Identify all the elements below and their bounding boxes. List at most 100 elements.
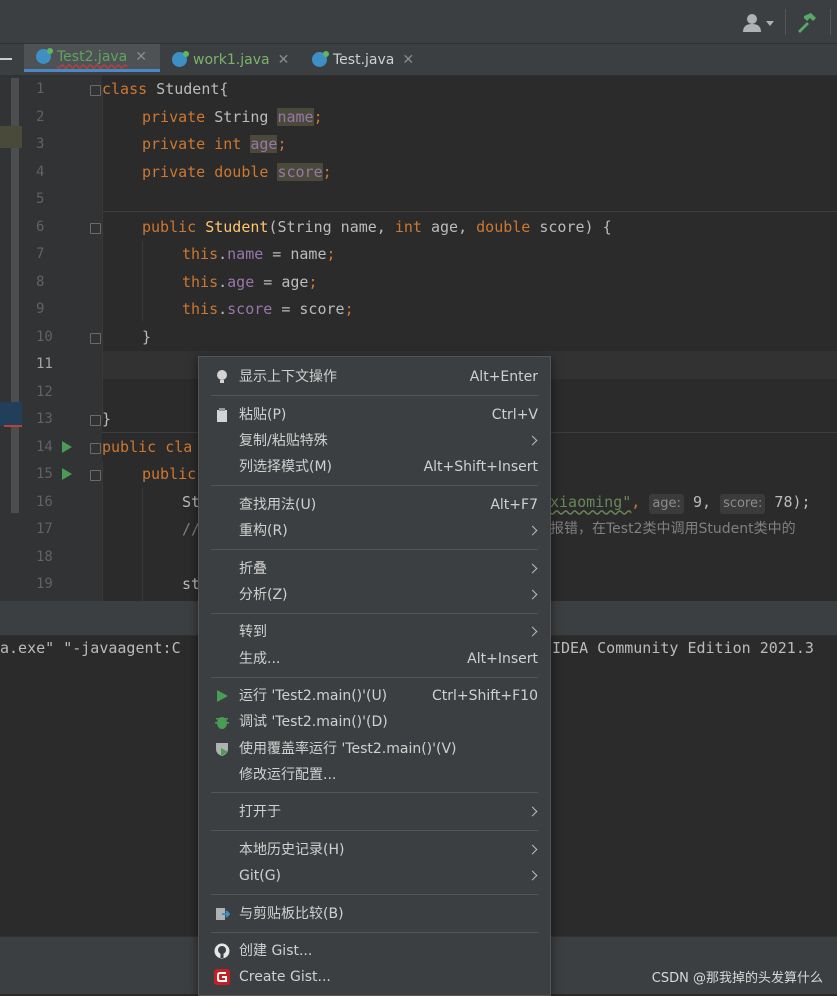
tab-label: Test2.java	[57, 48, 128, 65]
line-number: 10	[36, 328, 53, 345]
code-line-10: }	[142, 327, 152, 346]
menu-item-create-gist-gitee[interactable]: Create Gist...	[199, 964, 550, 990]
line-number: 13	[36, 411, 53, 427]
close-tab-icon[interactable]: ✕	[135, 49, 147, 65]
menu-item-column-selection[interactable]: 列选择模式(M) Alt+Shift+Insert	[199, 454, 550, 480]
code-line-4: private double score;	[142, 162, 332, 181]
menu-item-git[interactable]: Git(G)	[199, 863, 550, 889]
menu-separator	[211, 830, 538, 831]
tab-work1-java[interactable]: work1.java ✕	[172, 44, 289, 75]
menu-item-paste[interactable]: 粘贴(P) Ctrl+V	[199, 402, 550, 428]
user-account-icon[interactable]	[742, 13, 776, 33]
tab-test2-java[interactable]: Test2.java ✕	[24, 44, 160, 72]
debug-bug-icon	[215, 717, 229, 729]
param-hint-age: age:	[649, 493, 684, 514]
run-gutter-icon[interactable]	[62, 468, 72, 480]
menu-item-analyze[interactable]: 分析(Z)	[199, 582, 550, 608]
menu-separator	[211, 677, 538, 678]
selection-marker	[0, 402, 22, 426]
left-side-strip	[0, 76, 22, 601]
menu-separator	[211, 549, 538, 550]
submenu-arrow-icon	[527, 844, 538, 855]
menu-item-goto[interactable]: 转到	[199, 619, 550, 645]
fold-marker-icon[interactable]	[90, 443, 101, 454]
menu-item-generate[interactable]: 生成... Alt+Insert	[199, 646, 550, 672]
clipboard-icon	[217, 408, 227, 422]
menu-item-local-history[interactable]: 本地历史记录(H)	[199, 837, 550, 863]
build-hammer-icon[interactable]	[794, 11, 818, 35]
fold-marker-icon[interactable]	[90, 85, 101, 96]
java-class-icon	[36, 48, 53, 64]
menu-item-folding[interactable]: 折叠	[199, 556, 550, 582]
menu-item-find-usages[interactable]: 查找用法(U) Alt+F7	[199, 492, 550, 518]
indent-guide	[102, 90, 103, 420]
menu-item-modify-run-config[interactable]: 修改运行配置...	[199, 762, 550, 788]
compare-clipboard-icon	[216, 908, 230, 920]
line-number-current: 11	[36, 356, 53, 372]
code-line-8: this.age = age;	[182, 272, 318, 291]
menu-item-refactor[interactable]: 重构(R)	[199, 518, 550, 544]
top-toolbar	[0, 0, 837, 44]
close-tab-icon[interactable]: ✕	[402, 52, 414, 68]
line-number: 1	[36, 81, 45, 97]
close-tab-icon[interactable]: ✕	[278, 52, 290, 68]
menu-item-show-context-actions[interactable]: 显示上下文操作 Alt+Enter	[199, 364, 550, 390]
menu-separator	[211, 613, 538, 614]
minimize-icon[interactable]	[0, 58, 12, 60]
run-gutter-icon[interactable]	[62, 441, 72, 453]
coverage-shield-icon	[216, 743, 228, 756]
github-icon	[214, 943, 230, 959]
line-number: 17	[36, 521, 53, 537]
fold-marker-icon[interactable]	[90, 333, 101, 344]
code-line-7: this.name = name;	[182, 245, 336, 263]
submenu-arrow-icon	[527, 870, 538, 881]
menu-separator	[211, 894, 538, 895]
line-number: 19	[36, 576, 53, 592]
line-number: 6	[36, 218, 45, 235]
gitee-icon	[214, 969, 230, 985]
java-class-icon	[312, 51, 329, 67]
code-line-15: public	[142, 465, 197, 483]
menu-item-debug[interactable]: 调试 'Test2.main()'(D)	[199, 709, 550, 735]
indent-guide	[142, 488, 143, 601]
line-number-gutter: 1 2 3 4 5 6 7 8 9 10 11 12 13 14 15 16 1…	[22, 76, 102, 601]
menu-separator	[211, 395, 538, 396]
highlight-marker	[0, 126, 22, 148]
menu-item-paste-special[interactable]: 复制/粘贴特殊	[199, 428, 550, 454]
line-number: 2	[36, 108, 45, 125]
code-line-1: class Student{	[102, 80, 229, 98]
menu-item-run[interactable]: 运行 'Test2.main()'(U) Ctrl+Shift+F10	[199, 683, 550, 709]
line-number: 18	[36, 548, 53, 565]
menu-separator	[211, 932, 538, 933]
line-number: 3	[36, 136, 45, 152]
line-number: 4	[36, 163, 45, 180]
code-line-6: public Student(String name, int age, dou…	[142, 217, 612, 236]
console-output-right: IDEA Community Edition 2021.3	[552, 639, 814, 657]
code-line-2: private String name;	[142, 107, 323, 126]
fold-marker-icon[interactable]	[90, 470, 101, 481]
tab-label: Test.java	[333, 51, 395, 68]
editor-tab-bar: Test2.java ✕ work1.java ✕ Test.java ✕	[0, 44, 837, 76]
menu-item-compare-clipboard[interactable]: 与剪贴板比较(B)	[199, 901, 550, 927]
menu-separator	[211, 792, 538, 793]
tab-label: work1.java	[193, 51, 270, 68]
line-number: 5	[36, 191, 45, 207]
indent-guide	[102, 461, 103, 601]
line-number: 16	[36, 493, 53, 510]
menu-item-run-with-coverage[interactable]: 使用覆盖率运行 'Test2.main()'(V)	[199, 736, 550, 762]
line-number: 9	[36, 301, 45, 317]
submenu-arrow-icon	[527, 435, 538, 446]
java-class-icon	[172, 51, 189, 67]
toolbar-divider	[785, 9, 786, 35]
fold-marker-icon[interactable]	[90, 223, 101, 234]
menu-item-create-gist-github[interactable]: 创建 Gist...	[199, 938, 550, 964]
lightbulb-icon	[217, 370, 227, 383]
editor-context-menu: 显示上下文操作 Alt+Enter 粘贴(P) Ctrl+V 复制/粘贴特殊 列选择…	[198, 356, 551, 996]
tab-test-java[interactable]: Test.java ✕	[312, 44, 414, 75]
code-line-13: }	[102, 410, 112, 428]
menu-item-open-in[interactable]: 打开于	[199, 799, 550, 825]
fold-marker-icon[interactable]	[90, 415, 101, 426]
code-line-9: this.score = score;	[182, 300, 354, 318]
code-line-14: public cla	[102, 437, 193, 456]
submenu-arrow-icon	[527, 589, 538, 600]
